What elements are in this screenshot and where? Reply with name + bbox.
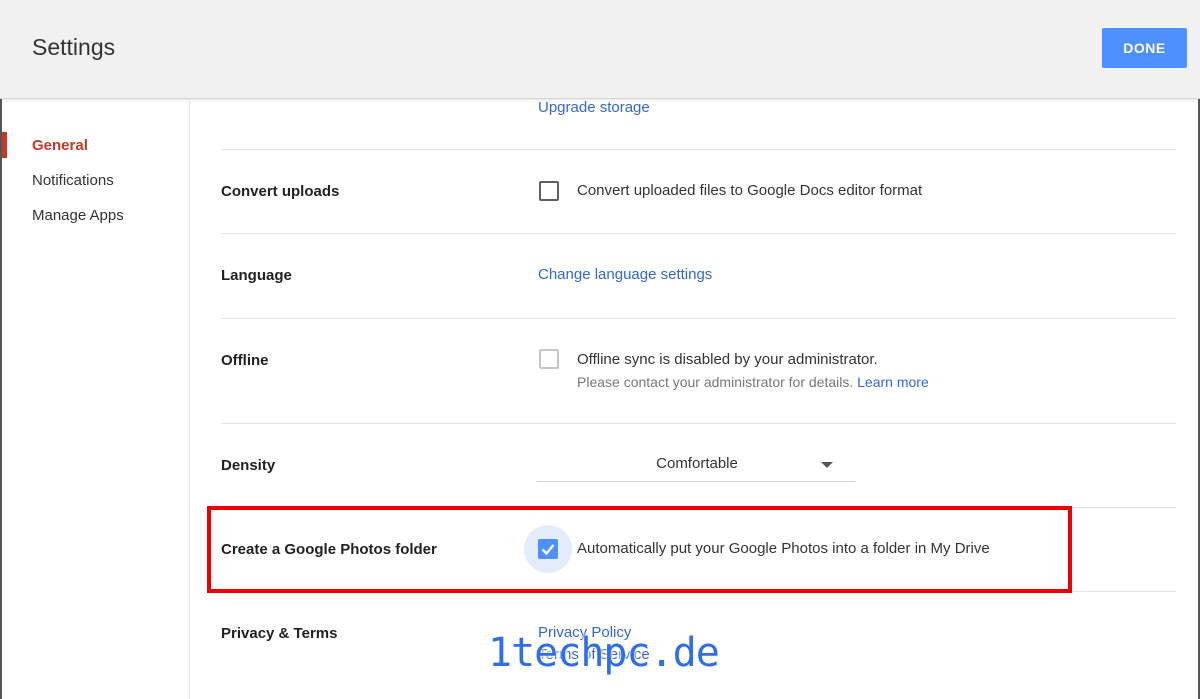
sidebar-item-general[interactable]: General	[32, 137, 88, 154]
done-button[interactable]: DONE	[1102, 28, 1187, 68]
density-dropdown[interactable]: Comfortable	[537, 449, 855, 482]
dropdown-caret-icon	[821, 462, 833, 468]
convert-uploads-text: Convert uploaded files to Google Docs ed…	[577, 182, 923, 199]
divider	[221, 233, 1176, 234]
language-label: Language	[221, 267, 292, 284]
offline-text: Offline sync is disabled by your adminis…	[577, 351, 878, 368]
sidebar-item-notifications[interactable]: Notifications	[32, 172, 114, 189]
offline-label: Offline	[221, 352, 269, 369]
privacy-terms-label: Privacy & Terms	[221, 625, 338, 642]
sidebar-item-manage-apps[interactable]: Manage Apps	[32, 207, 124, 224]
upgrade-storage-link[interactable]: Upgrade storage	[538, 99, 650, 116]
divider	[221, 318, 1176, 319]
offline-admin-note: Please contact your administrator for de…	[577, 374, 854, 390]
learn-more-link[interactable]: Learn more	[857, 374, 929, 390]
offline-checkbox	[539, 349, 559, 369]
offline-subtext: Please contact your administrator for de…	[577, 374, 929, 390]
active-nav-indicator	[2, 132, 7, 158]
page-title: Settings	[32, 34, 116, 60]
convert-uploads-label: Convert uploads	[221, 183, 340, 200]
divider	[221, 149, 1176, 150]
settings-sidebar	[0, 99, 190, 699]
convert-uploads-checkbox[interactable]	[539, 181, 559, 201]
change-language-link[interactable]: Change language settings	[538, 266, 712, 283]
watermark: 1techpc.de	[488, 630, 720, 676]
divider	[221, 423, 1176, 424]
highlight-annotation-box	[207, 506, 1072, 593]
density-selected-value: Comfortable	[656, 455, 738, 472]
settings-header: Settings DONE	[0, 0, 1200, 99]
density-label: Density	[221, 457, 276, 474]
